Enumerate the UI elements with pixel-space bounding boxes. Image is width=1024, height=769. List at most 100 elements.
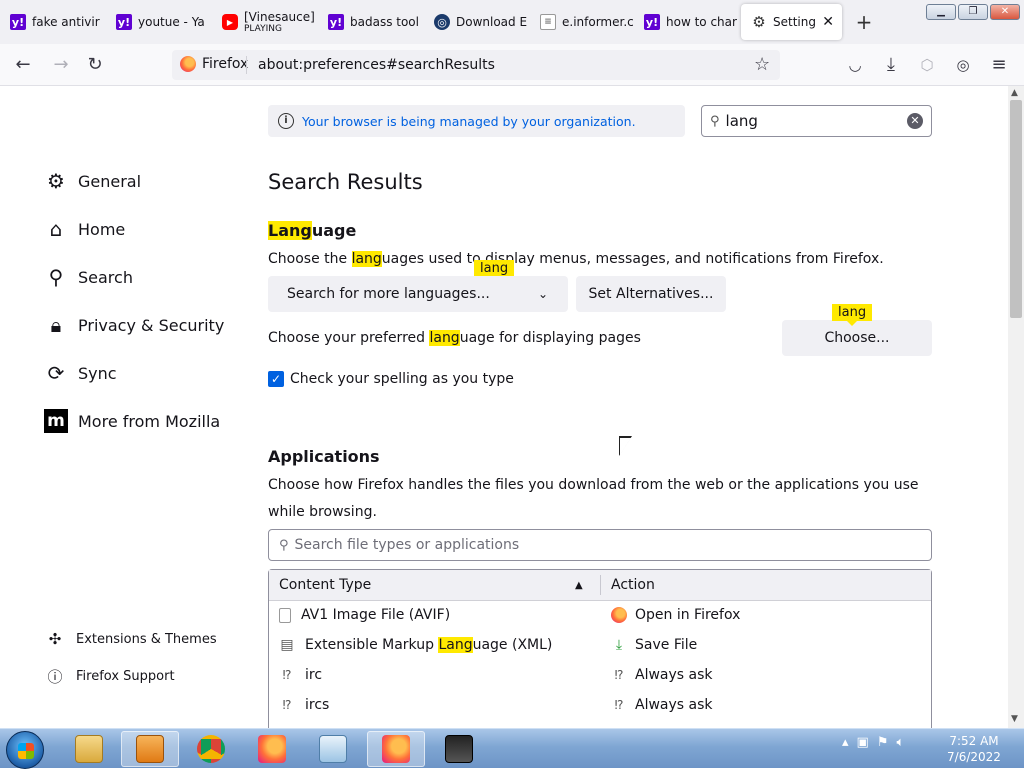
taskbar-firefox-active[interactable] bbox=[367, 731, 425, 767]
tab-2[interactable]: ▶ [Vinesauce] PLAYING bbox=[212, 4, 320, 40]
tab-settings[interactable]: ⚙ Settings ✕ bbox=[741, 4, 842, 40]
tab-title: Settings bbox=[773, 15, 816, 29]
content-type-column-header[interactable]: Content Type bbox=[279, 577, 371, 593]
clear-search-icon[interactable]: ✕ bbox=[907, 113, 923, 129]
set-alternatives-button[interactable]: Set Alternatives... bbox=[576, 276, 726, 312]
table-header: Content Type ▲ Action bbox=[269, 570, 931, 601]
search-tooltip: lang bbox=[832, 304, 873, 326]
firefox-icon bbox=[382, 735, 410, 763]
checkmark-icon[interactable]: ✓ bbox=[268, 371, 284, 387]
tab-1[interactable]: y! youtue - Ya bbox=[106, 4, 216, 40]
taskbar-explorer[interactable] bbox=[60, 731, 118, 767]
bookmark-star-icon[interactable]: ☆ bbox=[754, 54, 770, 75]
sidebar-footer-label: Extensions & Themes bbox=[76, 631, 217, 647]
action-cell[interactable]: Always ask bbox=[635, 697, 713, 713]
url-text[interactable]: about:preferences#searchResults bbox=[258, 57, 495, 73]
document-icon: ▤ bbox=[280, 637, 294, 653]
language-select[interactable]: Search for more languages... ⌄ bbox=[268, 276, 568, 312]
tab-4[interactable]: ◎ Download E bbox=[424, 4, 530, 40]
sidebar-support-link[interactable]: ⓘ Firefox Support bbox=[46, 666, 174, 687]
file-type-search-input[interactable]: ⚲ Search file types or applications bbox=[268, 529, 932, 561]
yahoo-icon: y! bbox=[10, 14, 26, 30]
yahoo-icon: y! bbox=[644, 14, 660, 30]
taskbar-cat-app[interactable] bbox=[430, 731, 488, 767]
spellcheck-label: Check your spelling as you type bbox=[290, 371, 514, 387]
scrollbar-thumb[interactable] bbox=[1010, 100, 1022, 318]
page-scrollbar[interactable]: ▲ ▼ bbox=[1008, 86, 1024, 728]
page-icon: ≡ bbox=[540, 14, 556, 30]
tab-0[interactable]: y! fake antivir bbox=[0, 4, 108, 40]
sidebar-item-search[interactable]: ⚲ Search bbox=[44, 265, 133, 289]
volume-icon[interactable]: 🔈︎ bbox=[896, 735, 904, 750]
system-clock[interactable]: 7:52 AM 7/6/2022 bbox=[944, 733, 1004, 765]
search-icon: ⚲ bbox=[48, 265, 64, 289]
url-bar[interactable]: Firefox about:preferences#searchResults … bbox=[172, 50, 780, 80]
pocket-icon[interactable]: ◡ bbox=[844, 54, 866, 76]
home-icon: ⌂ bbox=[49, 217, 63, 241]
text: uage (XML) bbox=[472, 637, 553, 653]
action-cell[interactable]: Save File bbox=[635, 637, 697, 653]
taskbar-media-player[interactable] bbox=[121, 731, 179, 767]
sidebar-item-sync[interactable]: ⟳ Sync bbox=[44, 361, 117, 385]
file-type-search-placeholder[interactable]: Search file types or applications bbox=[295, 537, 520, 553]
chevron-down-icon: ⌄ bbox=[537, 287, 548, 301]
downloads-icon[interactable]: ⤓ bbox=[880, 54, 902, 76]
menu-icon[interactable]: ≡ bbox=[988, 54, 1010, 76]
firefox-icon bbox=[611, 607, 627, 623]
taskbar-firefox[interactable] bbox=[243, 731, 301, 767]
action-column-header[interactable]: Action bbox=[611, 577, 655, 593]
identity-box[interactable]: Firefox bbox=[180, 56, 248, 72]
sidebar-extensions-link[interactable]: ✣ Extensions & Themes bbox=[46, 630, 217, 648]
sidebar-item-home[interactable]: ⌂ Home bbox=[44, 217, 126, 241]
table-row[interactable]: AV1 Image File (AVIF) Open in Firefox bbox=[269, 602, 931, 632]
notepad-icon bbox=[319, 735, 347, 763]
page-title: Search Results bbox=[268, 170, 423, 194]
scroll-up-icon[interactable]: ▲ bbox=[1011, 88, 1018, 98]
help-icon: ⓘ bbox=[47, 668, 63, 686]
table-row[interactable]: ⁉ ircs ⁉ Always ask bbox=[269, 692, 931, 722]
reload-icon[interactable]: ↻ bbox=[84, 54, 106, 76]
column-divider bbox=[600, 575, 601, 595]
start-button[interactable] bbox=[6, 731, 44, 769]
network-icon[interactable]: ▣ bbox=[857, 735, 869, 750]
new-tab-button[interactable]: + bbox=[852, 10, 876, 34]
taskbar-chrome[interactable] bbox=[182, 731, 240, 767]
tab-6[interactable]: y! how to char bbox=[634, 4, 738, 40]
back-icon[interactable]: ← bbox=[12, 54, 34, 76]
tab-3[interactable]: y! badass tool bbox=[318, 4, 426, 40]
text: uages used to bbox=[381, 251, 486, 267]
windows-logo-icon bbox=[18, 743, 34, 759]
applications-description: Choose how Firefox handles the files you… bbox=[268, 477, 919, 520]
extension-icon[interactable]: ⬡ bbox=[916, 54, 938, 76]
scroll-down-icon[interactable]: ▼ bbox=[1011, 714, 1018, 724]
policies-notice[interactable]: i Your browser is being managed by your … bbox=[268, 105, 685, 137]
url-separator bbox=[246, 56, 247, 74]
minimize-button[interactable]: ▁ bbox=[926, 4, 956, 20]
sidebar-item-privacy[interactable]: 🔒︎ Privacy & Security bbox=[44, 313, 225, 337]
highlight: lang bbox=[429, 330, 460, 346]
content-type-cell: ircs bbox=[305, 697, 330, 713]
action-cell[interactable]: Always ask bbox=[635, 667, 713, 683]
preferences-search-input[interactable]: ⚲ lang ✕ bbox=[701, 105, 932, 137]
sidebar-item-general[interactable]: ⚙ General bbox=[44, 169, 141, 193]
tray-expand-icon[interactable]: ▴ bbox=[842, 735, 849, 750]
spellcheck-checkbox[interactable]: ✓ Check your spelling as you type bbox=[268, 371, 514, 387]
sidebar-item-mozilla[interactable]: m More from Mozilla bbox=[44, 409, 220, 433]
window-close-button[interactable]: ✕ bbox=[990, 4, 1020, 20]
account-icon[interactable]: ◎ bbox=[952, 54, 974, 76]
tab-5[interactable]: ≡ e.informer.c bbox=[530, 4, 636, 40]
taskbar-notepad[interactable] bbox=[304, 731, 362, 767]
sort-ascending-icon[interactable]: ▲ bbox=[575, 580, 583, 591]
forward-icon[interactable]: → bbox=[50, 54, 72, 76]
search-input-value[interactable]: lang bbox=[726, 112, 758, 130]
table-row[interactable]: ▤ Extensible Markup Language (XML) ⤓ Save … bbox=[269, 632, 931, 662]
navigation-toolbar: ← → ↻ Firefox about:preferences#searchRe… bbox=[0, 44, 1024, 86]
tab-strip: y! fake antivir y! youtue - Ya ▶ [Vinesa… bbox=[0, 0, 1024, 44]
policies-notice-text[interactable]: Your browser is being managed by your or… bbox=[302, 114, 636, 129]
maximize-button[interactable]: ❐ bbox=[958, 4, 988, 20]
table-row[interactable]: ⁉ irc ⁉ Always ask bbox=[269, 662, 931, 692]
close-tab-icon[interactable]: ✕ bbox=[822, 14, 834, 30]
action-cell[interactable]: Open in Firefox bbox=[635, 607, 740, 623]
action-center-flag-icon[interactable]: ⚑ bbox=[877, 735, 889, 750]
ask-icon: ⁉ bbox=[282, 698, 292, 712]
